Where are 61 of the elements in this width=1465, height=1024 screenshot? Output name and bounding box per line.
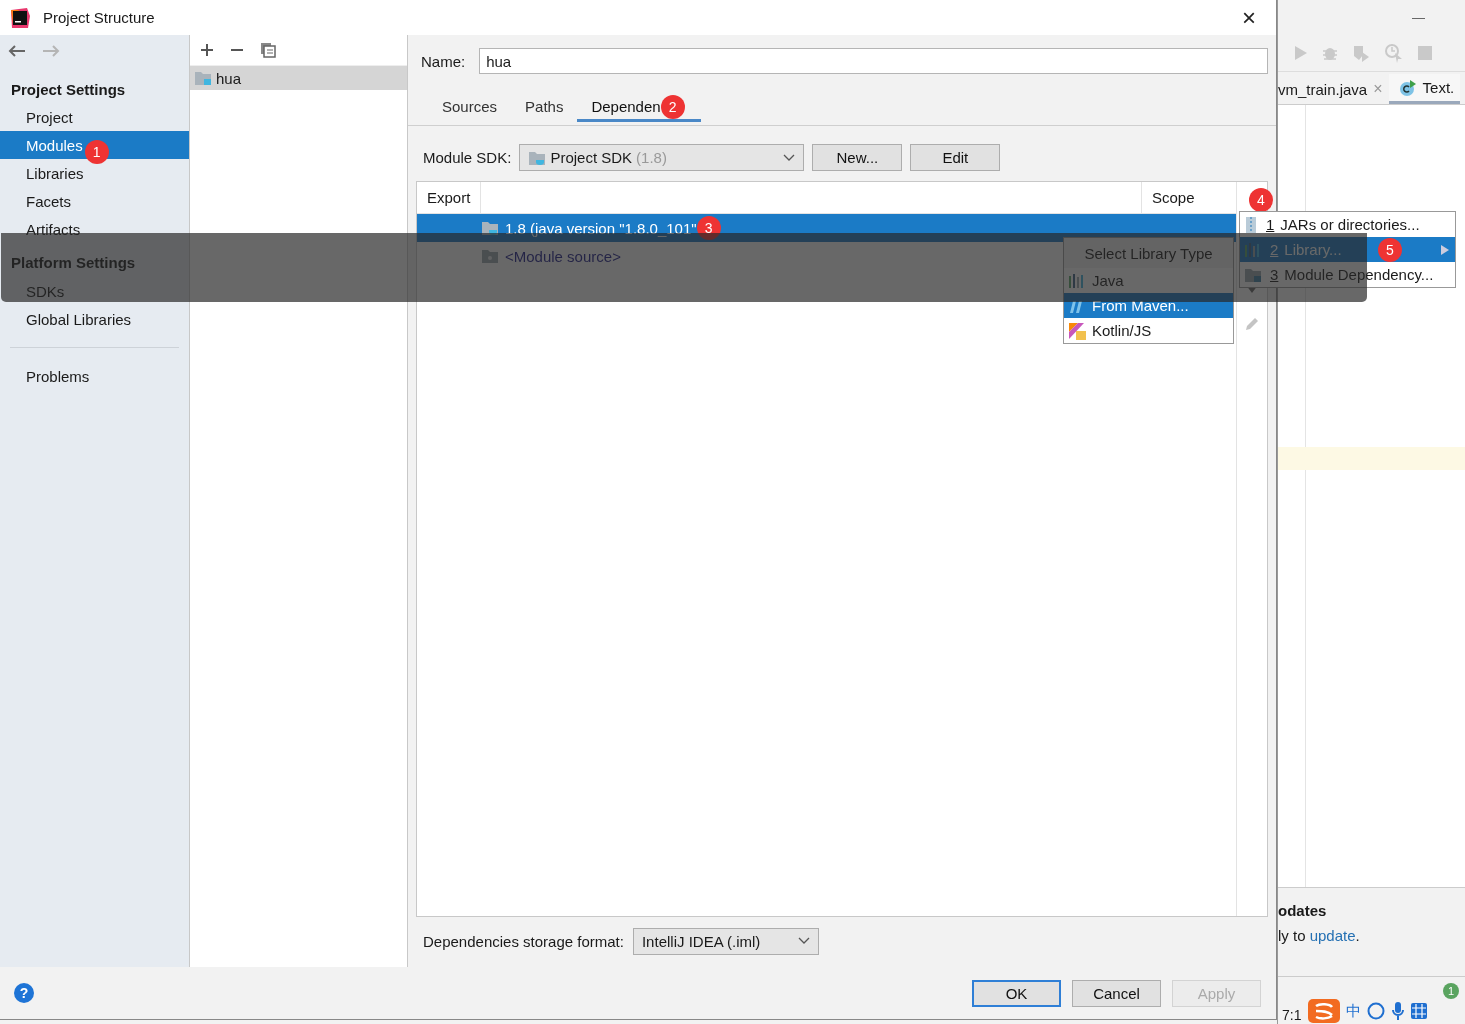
editor-tab[interactable]: vm_train.java × (1278, 74, 1389, 104)
dialog-button[interactable]: Cancel (1072, 979, 1161, 1007)
chevron-down-icon (797, 937, 810, 945)
dialog-button: Apply (1172, 979, 1261, 1007)
minimize-button[interactable]: — (1412, 10, 1425, 25)
forward-arrow-icon[interactable] (42, 44, 60, 58)
sdk-button[interactable]: New... (812, 144, 903, 171)
back-arrow-icon[interactable] (8, 44, 26, 58)
sidebar-item[interactable]: Project (26, 108, 73, 126)
module-sdk-label: Module SDK: (423, 149, 512, 166)
step-badge: 1 (84, 140, 109, 164)
menu-item[interactable]: Kotlin/JS (1064, 318, 1233, 343)
event-count-badge: 1 (1443, 983, 1459, 999)
column-header: Scope (1141, 182, 1236, 213)
storage-format-dropdown[interactable]: IntelliJ IDEA (.iml) (632, 927, 819, 955)
class-file-icon (1398, 78, 1417, 97)
emoji-icon[interactable] (1367, 1002, 1385, 1020)
kotlin-js-icon (1068, 321, 1086, 340)
sidebar-item[interactable]: Problems (26, 367, 90, 385)
app-logo-icon (9, 6, 31, 29)
sdk-button[interactable]: Edit (910, 144, 1001, 171)
caret-position: 7:1 (1282, 1007, 1302, 1023)
tab[interactable]: Dependen 2 (577, 94, 701, 122)
sidebar-item[interactable]: Facets (26, 192, 71, 210)
copy-icon[interactable] (260, 42, 276, 58)
chevron-down-icon (783, 153, 796, 162)
column-header: Export (417, 182, 482, 213)
tab[interactable]: Paths (511, 94, 578, 122)
name-field[interactable]: hua (479, 48, 1268, 74)
name-label: Name: (421, 52, 466, 70)
storage-format-label: Dependencies storage format: (423, 932, 624, 950)
sidebar-item[interactable]: Modules (26, 136, 83, 154)
jar-icon (1244, 215, 1258, 234)
sidebar-item[interactable]: Global Libraries (26, 310, 132, 328)
tab[interactable]: Sources (428, 94, 512, 122)
step-badge: 5 (1378, 238, 1402, 262)
submenu-arrow-icon (1441, 244, 1449, 255)
close-button[interactable]: × (1236, 5, 1262, 30)
edit-icon[interactable] (1244, 316, 1260, 332)
section-heading: Platform Settings (10, 253, 137, 273)
microphone-icon[interactable] (1391, 1001, 1405, 1021)
update-link[interactable]: update (1309, 927, 1356, 944)
sdk-dropdown[interactable]: Project SDK (1.8) (519, 144, 805, 171)
input-method-icon[interactable] (1308, 999, 1340, 1023)
sidebar-item[interactable]: Libraries (26, 164, 84, 182)
grid-icon[interactable] (1411, 1003, 1427, 1019)
dialog-button[interactable]: OK (972, 979, 1061, 1007)
editor-tab[interactable]: Text. (1388, 74, 1461, 104)
menu-item[interactable]: 1 JARs or directories... (1240, 212, 1455, 237)
add-icon[interactable] (200, 43, 214, 57)
input-mode-text[interactable]: 中 (1346, 1001, 1361, 1021)
help-button[interactable]: ? (14, 983, 34, 1003)
notification-text: ly to update. (1278, 927, 1361, 944)
module-item[interactable]: hua (190, 66, 407, 90)
section-heading: Project Settings (10, 80, 127, 100)
step-badge: 4 (1249, 188, 1273, 212)
notification-title: odates (1278, 902, 1328, 919)
module-folder-icon (194, 70, 212, 86)
sdk-folder-icon (528, 149, 547, 166)
step-badge: 2 (660, 94, 685, 119)
window-title: Project Structure (43, 9, 156, 26)
